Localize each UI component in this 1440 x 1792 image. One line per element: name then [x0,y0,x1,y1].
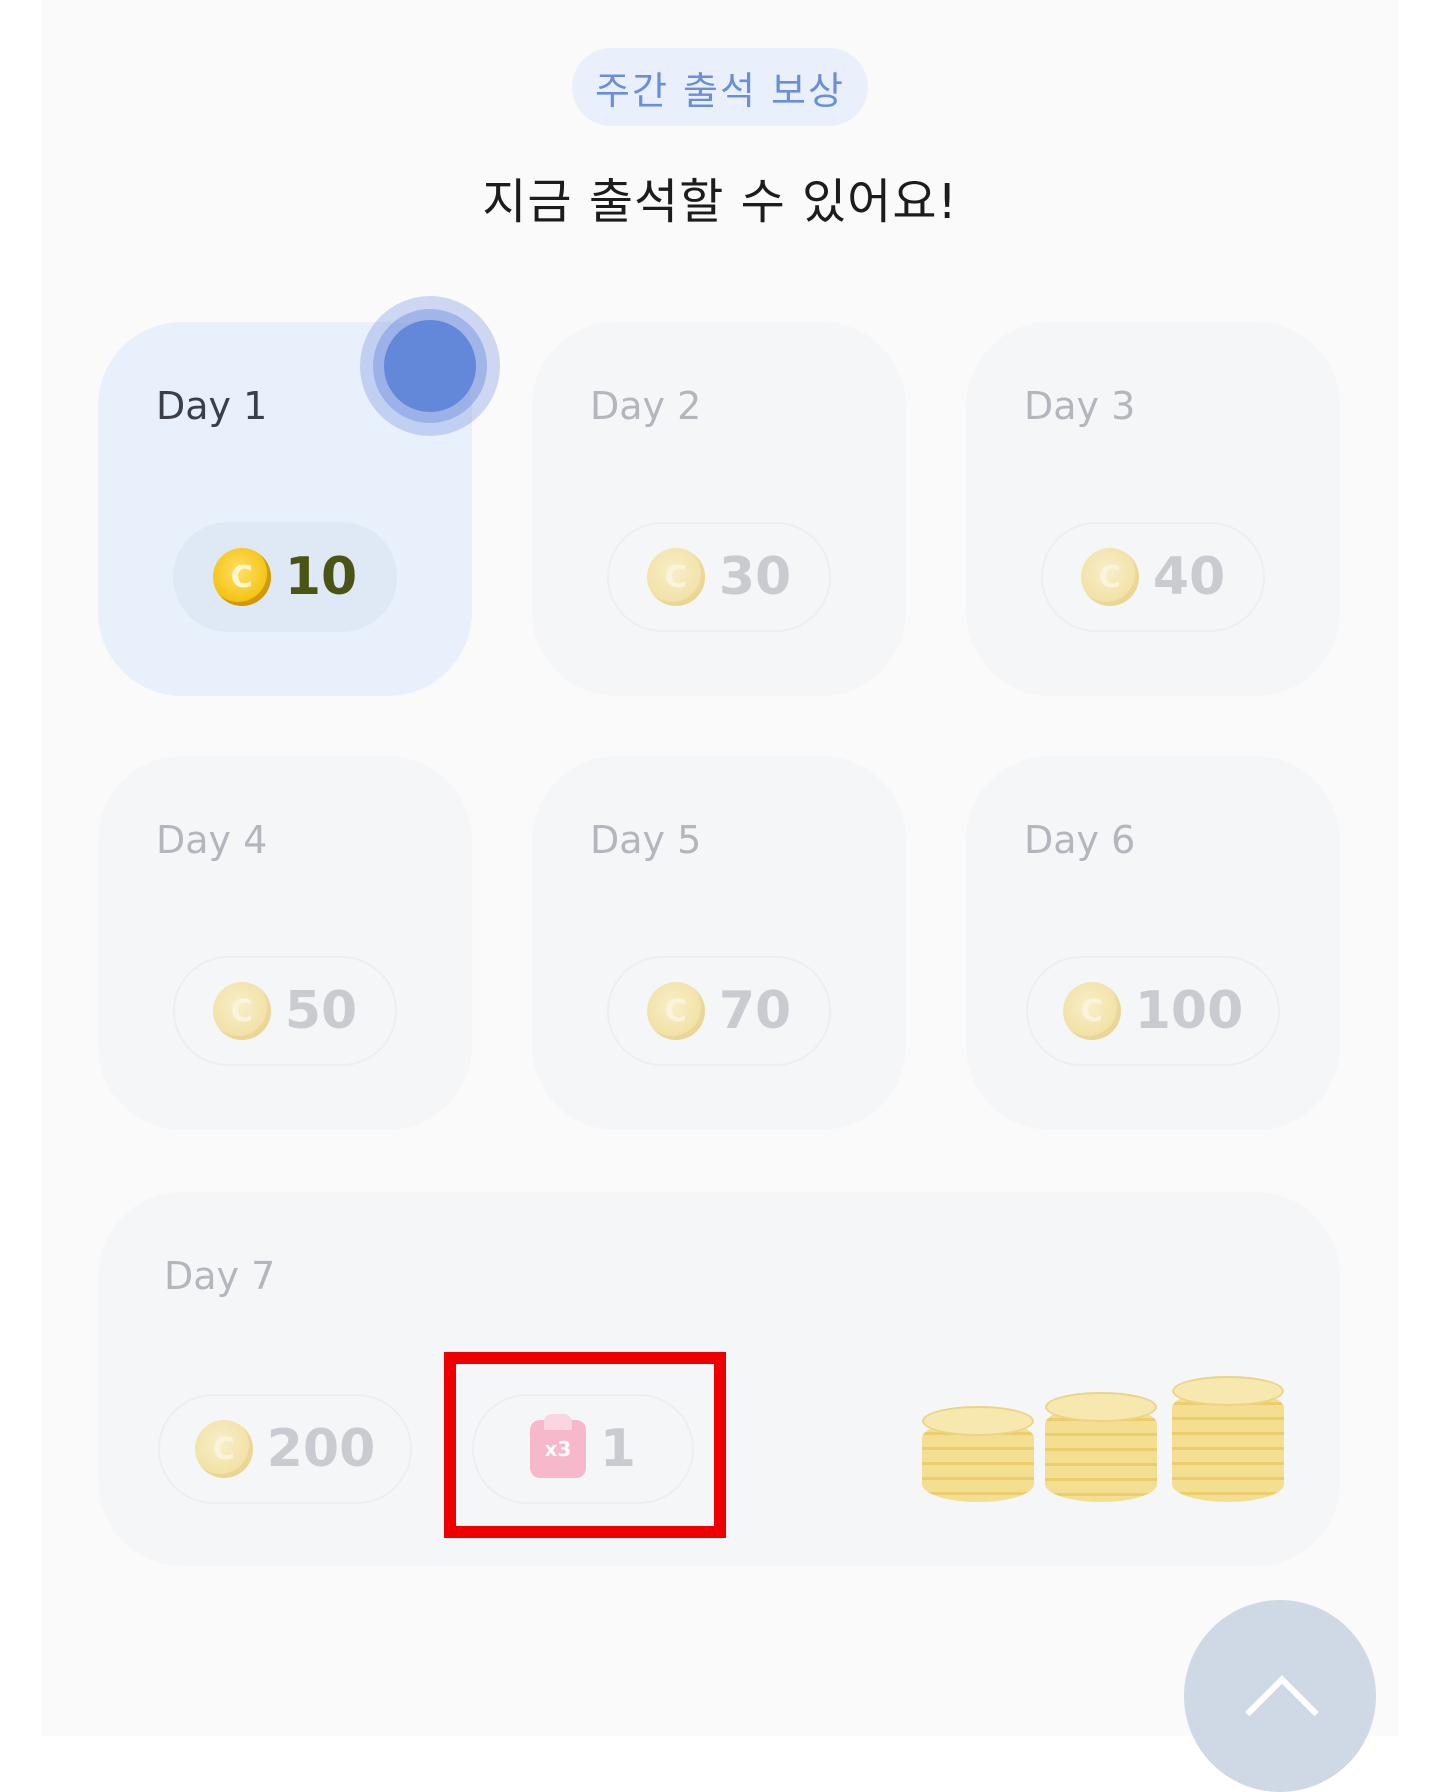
reward-pill: C 50 [173,956,397,1066]
coin-icon: C [646,548,705,606]
day-label: Day 7 [164,1254,276,1298]
reward-pill: C 30 [607,522,831,632]
coin-stacks-icon [1045,1392,1157,1502]
reward-value: 10 [284,547,358,607]
day-card-4[interactable]: Day 4 C 50 [98,756,472,1130]
reward-pill: C 10 [173,522,397,632]
reward-value: 30 [718,547,792,607]
coin-icon: C [1062,982,1121,1040]
reward-pill: C 100 [1026,956,1280,1066]
section-badge: 주간 출석 보상 [572,48,868,126]
coin-reward-pill: C 200 [158,1394,412,1504]
day-label: Day 4 [156,818,268,862]
reward-value: 200 [266,1419,376,1479]
day-label: Day 6 [1024,818,1136,862]
reward-value: 50 [284,981,358,1041]
tap-indicator [384,320,476,412]
highlight-box [444,1352,726,1538]
coin-icon: C [194,1420,253,1478]
reward-pill: C 40 [1041,522,1265,632]
chevron-up-icon [1245,1675,1319,1749]
day-label: Day 5 [590,818,702,862]
day-card-5[interactable]: Day 5 C 70 [532,756,906,1130]
coin-icon: C [212,982,271,1040]
reward-value: 40 [1152,547,1226,607]
day-card-3[interactable]: Day 3 C 40 [966,322,1340,696]
section-badge-label: 주간 출석 보상 [595,68,845,113]
page-title: 지금 출석할 수 있어요! [482,174,958,230]
day-card-6[interactable]: Day 6 C 100 [966,756,1340,1130]
coin-icon: C [212,548,271,606]
day-label: Day 3 [1024,384,1136,428]
coin-stacks-icon [1172,1376,1284,1502]
reward-value: 70 [718,981,792,1041]
day-label: Day 2 [590,384,702,428]
reward-value: 100 [1134,981,1244,1041]
coin-icon: C [646,982,705,1040]
day-label: Day 1 [156,384,268,428]
day-card-2[interactable]: Day 2 C 30 [532,322,906,696]
reward-pill: C 70 [607,956,831,1066]
scroll-top-button[interactable] [1184,1600,1376,1792]
coin-stacks-icon [922,1406,1034,1502]
coin-icon: C [1080,548,1139,606]
